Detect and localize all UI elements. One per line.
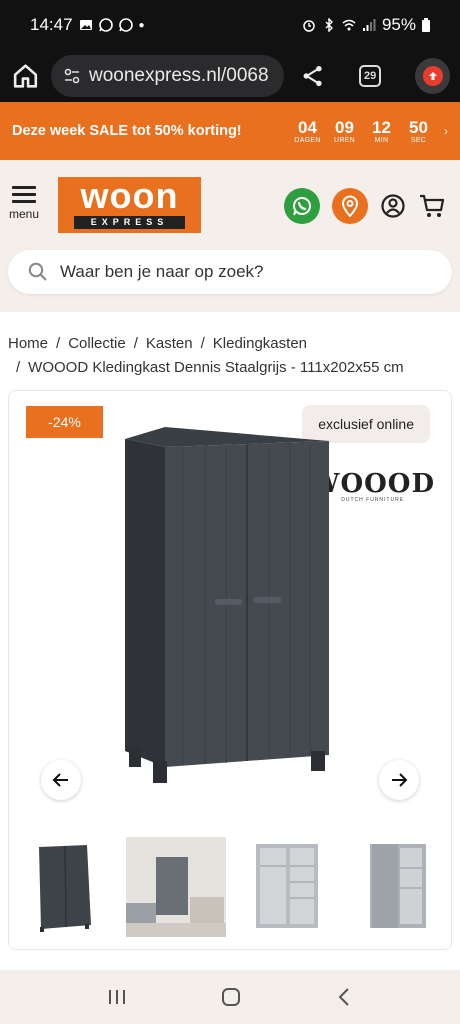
whatsapp-notification-icon [98,18,113,32]
thumbnail-1[interactable] [15,837,115,937]
store-locator-button[interactable] [332,188,368,224]
browser-toolbar: woonexpress.nl/0068 29 [0,50,460,102]
breadcrumb: Home / Collectie / Kasten / Kledingkasten / WOO… [0,312,460,380]
breadcrumb-kledingkasten[interactable]: Kledingkasten [213,335,307,352]
thumbnail-2[interactable] [125,837,226,937]
countdown-value: 12 [372,117,391,137]
battery-icon [422,18,430,32]
whatsapp-button[interactable] [284,188,320,224]
whatsapp-icon [293,197,311,216]
tab-switcher-button[interactable]: 29 [359,65,382,87]
address-url: woonexpress.nl/0068 [88,65,269,86]
woonexpress-logo[interactable]: woon EXPRESS [58,177,201,233]
wifi-icon [342,19,356,31]
notification-dot-icon: ● [138,19,145,31]
update-icon [422,66,443,86]
countdown-label: MIN [374,136,389,144]
signal-icon [362,19,376,31]
address-bar[interactable]: woonexpress.nl/0068 [50,55,284,97]
countdown-days: 04 DAGEN [294,117,321,144]
product-gallery: -24% exclusief online WOOOD DUTCH FURNIT… [8,390,452,950]
countdown-value: 04 [298,117,317,137]
countdown-label: UREN [333,136,356,144]
share-icon[interactable] [300,63,325,89]
search-bar[interactable] [8,250,452,294]
logo-sub-text: EXPRESS [74,216,185,229]
battery-level: 95% [381,15,416,34]
breadcrumb-collectie[interactable]: Collectie [68,335,126,352]
previous-image-button[interactable] [41,760,81,800]
search-icon [28,262,47,281]
arrow-left-icon [52,773,68,787]
back-icon[interactable] [334,986,354,1008]
home-button-icon[interactable] [220,986,242,1008]
system-navigation-bar [0,970,460,1024]
breadcrumb-separator: / [16,359,21,376]
account-icon[interactable] [380,193,406,219]
breadcrumb-separator: / [133,335,138,352]
status-time: 14:47 [30,15,73,34]
status-bar: 14:47 ● 95% [0,0,460,50]
product-main-image[interactable] [119,425,334,785]
site-header: menu woon EXPRESS [0,160,460,312]
hamburger-icon [6,186,42,203]
thumbnail-strip [9,835,451,939]
menu-button[interactable]: menu [6,182,42,221]
breadcrumb-separator: / [56,335,61,352]
chevron-right-icon[interactable]: › [444,124,448,138]
breadcrumb-separator: / [200,335,205,352]
discount-badge: -24% [26,406,103,438]
breadcrumb-current: WOOOD Kledingkast Dennis Staalgrijs - 11… [28,359,404,376]
tab-count: 29 [359,65,382,87]
site-settings-icon[interactable] [63,67,81,85]
alarm-icon [303,20,315,32]
countdown-value: 09 [335,117,354,137]
promo-text: Deze week SALE tot 50% korting! [12,123,242,139]
home-icon[interactable] [10,60,41,92]
whatsapp-notification-icon-2 [118,18,133,32]
countdown-hours: 09 UREN [331,117,358,144]
sale-promo-banner[interactable]: Deze week SALE tot 50% korting! 04 DAGEN… [0,102,460,160]
recent-apps-icon[interactable] [106,987,128,1007]
countdown-label: DAGEN [294,136,321,144]
cart-icon[interactable] [418,193,446,219]
product-page: Home / Collectie / Kasten / Kledingkasten / WOO… [0,312,460,970]
countdown-seconds: 50 SEC [405,117,432,144]
next-image-button[interactable] [379,760,419,800]
search-input[interactable] [60,262,420,282]
thumbnail-3[interactable] [237,837,337,937]
countdown-label: SEC [410,136,427,144]
location-pin-icon [341,195,359,217]
breadcrumb-home[interactable]: Home [8,335,48,352]
countdown-minutes: 12 MIN [368,117,395,144]
countdown-value: 50 [409,117,428,137]
gallery-icon [79,20,92,30]
sale-countdown: 04 DAGEN 09 UREN 12 MIN 50 SEC › [294,117,448,144]
breadcrumb-kasten[interactable]: Kasten [146,335,193,352]
arrow-right-icon [392,773,408,787]
bluetooth-icon [325,18,333,32]
header-actions [284,188,446,224]
thumbnail-4[interactable] [348,837,448,937]
logo-main-text: woon [80,175,179,216]
browser-menu-button[interactable] [415,58,450,94]
menu-label: menu [8,207,40,221]
